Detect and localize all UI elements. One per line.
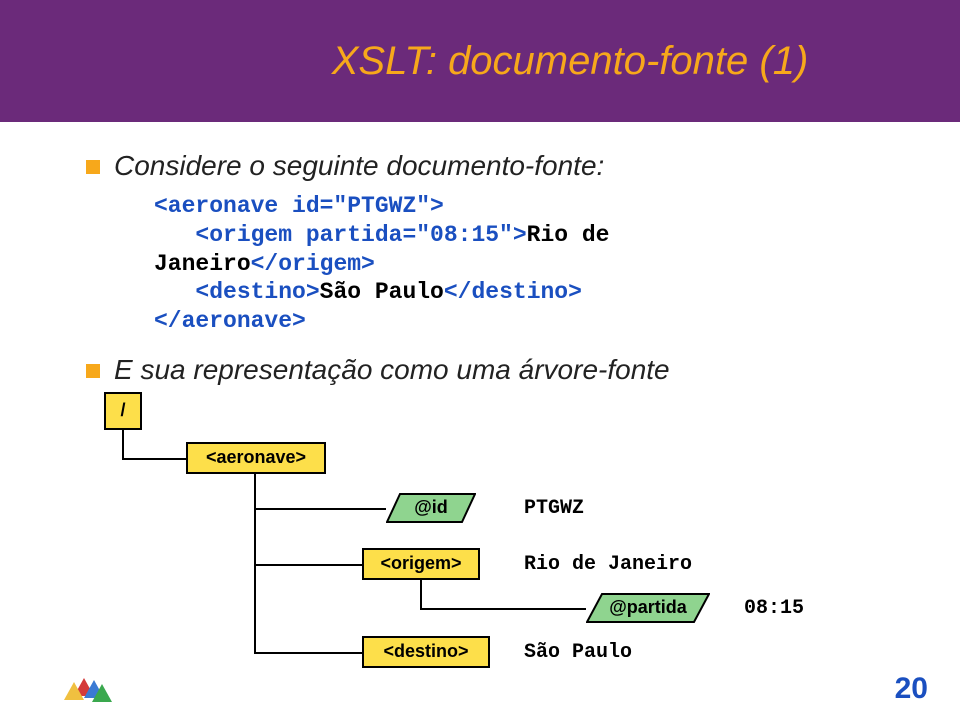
- connector: [420, 580, 422, 610]
- connector: [122, 458, 186, 460]
- bullet-text-1: Considere o seguinte documento-fonte:: [114, 150, 604, 182]
- node-partida-attr: @partida: [586, 593, 710, 623]
- value-destino: São Paulo: [524, 641, 632, 664]
- slide-header: XSLT: documento-fonte (1): [0, 0, 960, 122]
- value-id: PTGWZ: [524, 497, 584, 520]
- node-id-attr: @id: [386, 493, 476, 523]
- code-line-2b: Rio de: [527, 222, 610, 248]
- attr-id-label: @id: [386, 493, 476, 523]
- slide-title: XSLT: documento-fonte (1): [332, 39, 809, 84]
- attr-partida-label: @partida: [586, 593, 710, 623]
- code-line-4c: </destino>: [444, 279, 582, 305]
- code-line-4a: <destino>: [154, 279, 320, 305]
- connector: [420, 608, 586, 610]
- code-line-4b: São Paulo: [320, 279, 444, 305]
- code-line-3a: Janeiro: [154, 251, 251, 277]
- logo-icon: [64, 666, 116, 704]
- connector: [254, 652, 362, 654]
- node-aeronave: <aeronave>: [186, 442, 326, 474]
- tree-diagram: / <aeronave> @id PTGWZ <origem> Rio de J…: [104, 392, 890, 692]
- slide-content: Considere o seguinte documento-fonte: <a…: [0, 122, 960, 692]
- code-line-1: <aeronave id="PTGWZ">: [154, 193, 444, 219]
- code-line-5: </aeronave>: [154, 308, 306, 334]
- connector: [122, 430, 124, 460]
- page-number: 20: [895, 672, 928, 706]
- connector: [254, 564, 362, 566]
- node-destino: <destino>: [362, 636, 490, 668]
- connector: [254, 508, 386, 510]
- code-block: <aeronave id="PTGWZ"> <origem partida="0…: [154, 192, 890, 336]
- value-partida: 08:15: [744, 597, 804, 620]
- bullet-item-2: E sua representação como uma árvore-font…: [86, 354, 890, 386]
- node-origem: <origem>: [362, 548, 480, 580]
- code-line-3b: </origem>: [251, 251, 375, 277]
- code-line-2a: <origem partida="08:15">: [154, 222, 527, 248]
- value-origem: Rio de Janeiro: [524, 553, 692, 576]
- bullet-marker: [86, 160, 100, 174]
- bullet-item-1: Considere o seguinte documento-fonte:: [86, 150, 890, 182]
- bullet-text-2: E sua representação como uma árvore-font…: [114, 354, 670, 386]
- bullet-marker: [86, 364, 100, 378]
- node-root: /: [104, 392, 142, 430]
